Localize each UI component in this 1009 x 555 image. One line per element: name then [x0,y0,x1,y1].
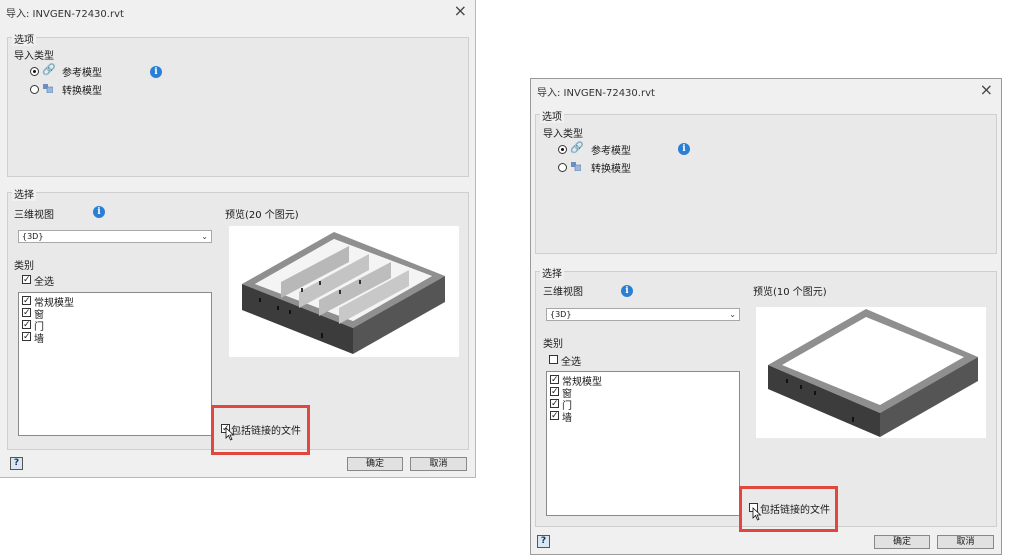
category-list[interactable]: ✓ 常规模型 ✓ 窗 ✓ 门 ✓ 墙 [546,371,740,516]
dialog-title: 导入: INVGEN-72430.rvt [537,88,655,99]
title-bar: 导入: INVGEN-72430.rvt × [0,0,475,22]
import-dialog-right: 导入: INVGEN-72430.rvt × 选项 导入类型 🔗 参考模型 转换… [530,78,1002,555]
radio-reference-model[interactable] [30,67,39,76]
include-linked-label: 包括链接的文件 [231,426,301,437]
category-checkbox[interactable]: ✓ [550,375,559,385]
help-button[interactable]: ? [10,457,23,470]
model-icon [43,84,53,93]
import-dialog-left: 导入: INVGEN-72430.rvt × 选项 导入类型 🔗 参考模型 转换… [0,0,476,478]
options-group-title: 选项 [12,31,36,46]
preview-image [229,226,459,357]
info-icon[interactable]: i [150,66,162,78]
preview-model-left [242,232,445,354]
cancel-button[interactable]: 取消 [410,457,467,471]
help-button[interactable]: ? [537,535,550,548]
category-label: 类别 [14,261,34,272]
close-icon[interactable]: × [980,80,993,99]
category-checkbox[interactable]: ✓ [22,332,31,342]
category-checkbox[interactable]: ✓ [550,387,559,397]
select-all-checkbox[interactable] [549,355,558,364]
category-checkbox[interactable]: ✓ [22,308,31,318]
radio-reference-label: 参考模型 [591,146,631,157]
selection-group-title: 选择 [12,186,36,201]
preview-label: 预览(20 个图元) [225,210,299,221]
radio-convert-model[interactable] [558,163,567,172]
category-checkbox[interactable]: ✓ [550,411,559,421]
preview-label: 预览(10 个图元) [753,287,827,298]
import-type-label: 导入类型 [543,129,583,140]
mouse-cursor-icon [225,427,235,441]
include-linked-label: 包括链接的文件 [760,505,830,516]
radio-reference-model[interactable] [558,145,567,154]
info-icon[interactable]: i [621,285,633,297]
select-all-label: 全选 [561,357,581,368]
ok-button[interactable]: 确定 [347,457,403,471]
link-icon: 🔗 [42,63,56,76]
radio-convert-label: 转换模型 [62,86,102,97]
view-3d-select-value: {3D} [550,310,572,319]
cancel-button[interactable]: 取消 [937,535,994,549]
category-checkbox[interactable]: ✓ [22,296,31,306]
options-group [7,37,469,177]
list-item: 墙 [562,413,572,424]
category-list[interactable]: ✓ 常规模型 ✓ 窗 ✓ 门 ✓ 墙 [18,292,212,436]
category-checkbox[interactable]: ✓ [22,320,31,330]
selection-group-title: 选择 [540,265,564,280]
info-icon[interactable]: i [93,206,105,218]
ok-button[interactable]: 确定 [874,535,930,549]
title-bar: 导入: INVGEN-72430.rvt × [531,79,1001,101]
link-icon: 🔗 [570,141,584,154]
view-3d-select[interactable]: {3D} ⌄ [18,230,212,243]
category-checkbox[interactable]: ✓ [550,399,559,409]
options-group-title: 选项 [540,108,564,123]
dialog-title: 导入: INVGEN-72430.rvt [6,9,124,20]
options-group [535,114,997,254]
radio-convert-label: 转换模型 [591,164,631,175]
chevron-down-icon: ⌄ [729,310,736,319]
radio-convert-model[interactable] [30,85,39,94]
list-item: 墙 [34,334,44,345]
select-all-checkbox[interactable]: ✓ [22,275,31,285]
preview-image [756,307,986,438]
view-3d-select[interactable]: {3D} ⌄ [546,308,740,321]
view-3d-label: 三维视图 [543,287,583,298]
preview-model-right [768,309,978,437]
select-all-label: 全选 [34,277,54,288]
model-icon [571,162,581,171]
mouse-cursor-icon [752,507,762,521]
view-3d-label: 三维视图 [14,210,54,221]
chevron-down-icon: ⌄ [201,232,208,241]
info-icon[interactable]: i [678,143,690,155]
radio-reference-label: 参考模型 [62,68,102,79]
category-label: 类别 [543,339,563,350]
close-icon[interactable]: × [454,1,467,20]
view-3d-select-value: {3D} [22,232,44,241]
import-type-label: 导入类型 [14,51,54,62]
